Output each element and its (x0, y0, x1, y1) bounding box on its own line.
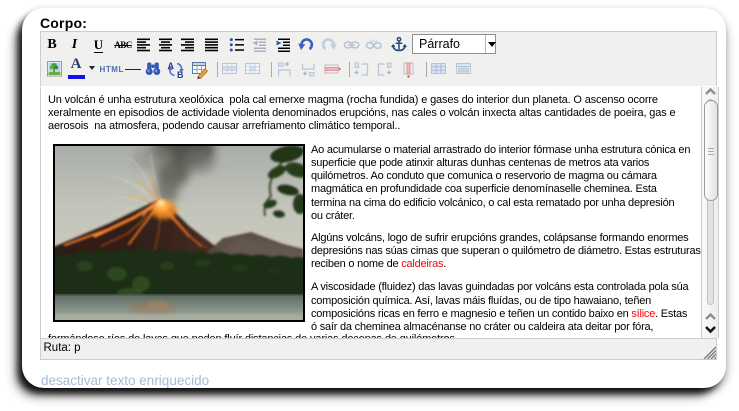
svg-text:B: B (177, 70, 184, 80)
